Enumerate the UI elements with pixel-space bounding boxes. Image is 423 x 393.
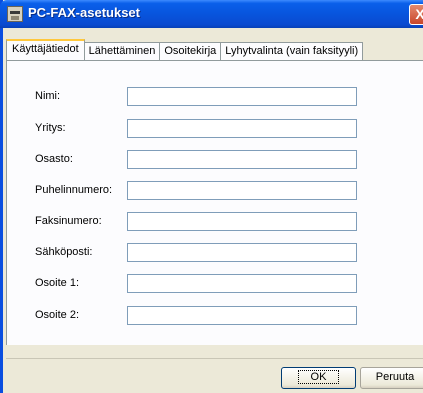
department-label: Osasto: [35,153,73,165]
ok-label: OK [297,370,340,384]
department-field[interactable] [127,150,357,169]
tab-address-book[interactable]: Osoitekirja [159,42,222,60]
fax-label: Faksinumero: [35,215,102,227]
company-label: Yritys: [35,122,66,134]
name-label: Nimi: [35,90,61,102]
address1-label: Osoite 1: [35,277,80,289]
separator [6,358,423,359]
user-info-panel: Nimi: Yritys: Osasto: Puhelinnumero: Fak… [6,60,423,345]
address1-field[interactable] [127,274,357,293]
phone-label: Puhelinnumero: [35,184,113,196]
ok-button[interactable]: OK [281,367,356,389]
company-field[interactable] [127,119,357,138]
email-field[interactable] [127,243,357,262]
name-field[interactable] [127,87,357,106]
pc-fax-settings-dialog: PC-FAX-asetukset X Käyttäjätiedot Lähett… [0,0,423,393]
email-label: Sähköposti: [35,246,93,258]
phone-field[interactable] [127,181,357,200]
address2-label: Osoite 2: [35,309,80,321]
close-button[interactable]: X [409,4,423,25]
fax-field[interactable] [127,212,357,231]
address2-field[interactable] [127,306,357,325]
tab-user-info[interactable]: Käyttäjätiedot [6,39,85,60]
tab-speed-dial[interactable]: Lyhytvalinta (vain faksityyli) [220,42,364,60]
title-bar[interactable]: PC-FAX-asetukset X [0,0,423,28]
cancel-button[interactable]: Peruuta [360,367,423,389]
fax-app-icon [7,6,23,22]
window-title: PC-FAX-asetukset [28,5,140,20]
tab-sending[interactable]: Lähettäminen [83,42,161,60]
tab-strip: Käyttäjätiedot Lähettäminen Osoitekirja … [6,39,364,60]
